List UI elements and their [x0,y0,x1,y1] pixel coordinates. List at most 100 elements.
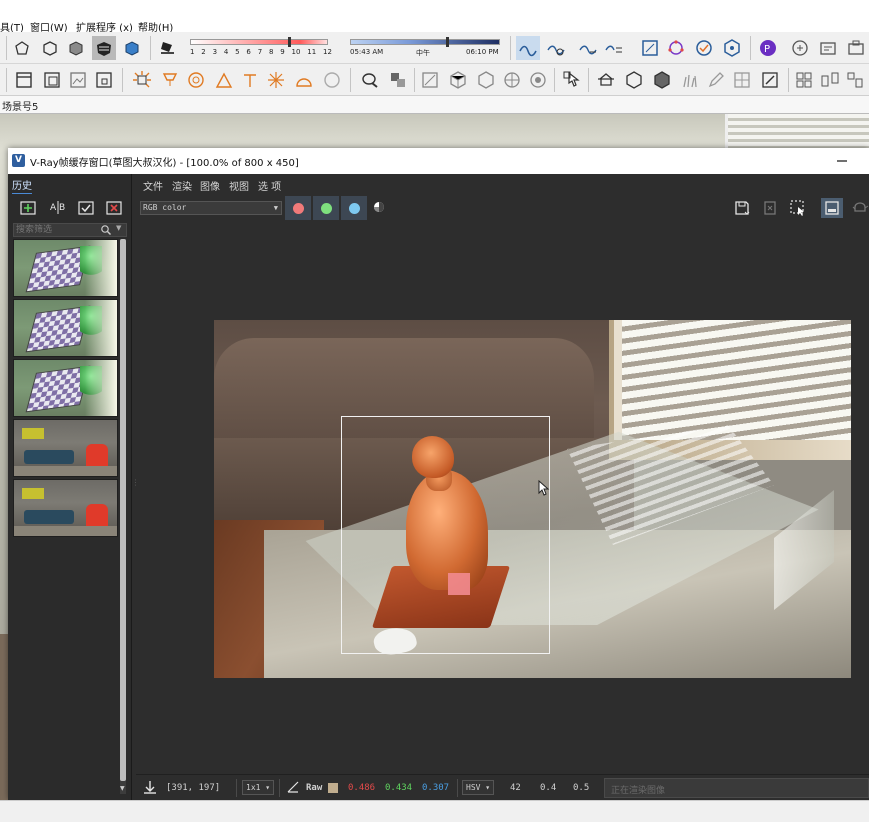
color-space-dropdown[interactable]: HSV ▾ [462,780,495,795]
geo-cube-icon[interactable] [722,38,742,58]
cube-grid-icon[interactable] [448,70,468,90]
shadow-month-slider[interactable]: 1 2 3 4 5 6 7 8 9 10 11 12 [186,36,336,60]
hidden-line-style-icon[interactable] [66,38,86,58]
color-curve-icon[interactable] [286,780,300,794]
window-view-icon[interactable] [14,70,34,90]
shadows-toggle-icon[interactable] [158,38,178,58]
window-dual-icon[interactable] [42,70,62,90]
clear-image-button[interactable] [759,198,781,218]
validate-icon[interactable] [694,38,714,58]
history-thumbnail[interactable] [13,239,118,297]
render-image[interactable] [214,320,851,678]
wireframe-style-icon[interactable] [40,38,60,58]
sandbox-flip-edge-icon[interactable] [604,38,624,58]
progress-text: 正在渲染图像 [611,786,666,796]
array-path-icon[interactable] [846,70,866,90]
cube-mesh-icon[interactable] [476,70,496,90]
red-value: 0.486 [348,783,376,793]
warehouse-icon[interactable] [790,38,810,58]
red-channel-button[interactable] [285,196,311,220]
box-outline-icon[interactable] [624,70,644,90]
shadow-month-thumb[interactable] [288,37,291,47]
grass-icon[interactable] [680,70,700,90]
sample-size-dropdown[interactable]: 1x1 ▾ [242,780,275,795]
shadow-time-slider[interactable]: 05:43 AM 中午 06:10 PM [348,36,504,60]
light-emissive-icon[interactable] [294,70,314,90]
light-disabled-icon[interactable] [322,70,342,90]
layout-icon[interactable] [818,38,838,58]
history-thumbnail[interactable] [13,479,118,537]
history-thumbnail[interactable] [13,359,118,417]
shadow-time-thumb[interactable] [446,37,449,47]
sandbox-smoove-icon[interactable] [516,36,540,60]
light-ies-icon[interactable] [214,70,234,90]
blue-channel-button[interactable] [341,196,367,220]
light-spot-icon[interactable] [160,70,180,90]
history-header[interactable]: 历史 [12,177,32,194]
vfb-menu-image[interactable]: 图像 [200,178,220,193]
vray-frame-buffer-window[interactable]: V V-Ray帧缓存窗口(草图大叔汉化) - [100.0% of 800 x … [8,148,869,800]
channel-dropdown[interactable]: RGB color ▼ [140,201,282,215]
history-load-button[interactable] [76,198,96,216]
grid-box-icon[interactable] [732,70,752,90]
array-grid-icon[interactable] [794,70,814,90]
green-channel-button[interactable] [313,196,339,220]
render-region-box[interactable] [341,416,550,654]
thumb-light [85,360,117,416]
pen-edit-icon[interactable] [706,70,726,90]
save-image-button[interactable] [731,198,753,218]
chevron-down-icon[interactable]: ▼ [116,224,121,232]
history-scrollbar[interactable]: ▼ [120,239,126,794]
history-ab-compare-button[interactable]: AB [48,198,68,216]
light-mesh-icon[interactable] [266,70,286,90]
vfb-titlebar[interactable]: V V-Ray帧缓存窗口(草图大叔汉化) - [100.0% of 800 x … [8,148,869,174]
monochrome-toggle-icon[interactable] [373,201,385,213]
sketchup-toolbar-styles: 1 2 3 4 5 6 7 8 9 10 11 12 05:43 AM 中午 06:10 PM P [0,32,869,64]
scene-tab[interactable]: 场景号5 [2,98,38,113]
history-thumbnail[interactable] [13,419,118,477]
textured-style-icon[interactable] [122,38,142,58]
camera-mesh-icon[interactable] [596,70,616,90]
box-filled-icon[interactable] [652,70,672,90]
track-mouse-button[interactable] [821,198,843,218]
render-teapot-button[interactable] [849,198,869,218]
window-wave-icon[interactable] [68,70,88,90]
pixel-info-pin-icon[interactable] [142,779,158,795]
history-search[interactable]: ▼ [13,223,127,237]
history-thumbnail[interactable] [13,299,118,357]
scroll-down-icon[interactable]: ▼ [120,785,125,792]
sandbox-drape-icon[interactable] [578,38,598,58]
render-canvas[interactable] [136,222,869,770]
vfb-menu-render[interactable]: 渲染 [172,178,192,193]
sandbox-stamp-icon[interactable] [546,38,566,58]
xray-style-icon[interactable] [12,38,32,58]
vfb-menu-view[interactable]: 视图 [229,178,249,193]
section-plane-icon[interactable] [640,38,660,58]
search-icon[interactable] [100,224,112,236]
region-render-button[interactable] [787,198,809,218]
sphere-grid-icon[interactable] [502,70,522,90]
history-delete-button[interactable] [104,198,124,216]
minimize-button[interactable] [835,153,849,167]
pick-object-icon[interactable] [562,70,582,90]
chevron-down-icon: ▾ [485,783,491,792]
light-omni-icon[interactable] [240,70,260,90]
vfb-menu-file[interactable]: 文件 [143,178,163,193]
sphere-solid-icon[interactable] [528,70,548,90]
send-to-layout-icon[interactable] [846,38,866,58]
vfb-menu-options[interactable]: 选 项 [258,178,281,193]
component-network-icon[interactable] [666,38,686,58]
proxy-export-icon[interactable] [388,70,408,90]
window-lock-icon[interactable] [94,70,114,90]
history-scrollbar-thumb[interactable] [120,239,126,781]
history-save-button[interactable] [18,198,38,216]
fur-tool-icon[interactable] [420,70,440,90]
history-search-input[interactable] [16,224,96,236]
edit-square-icon[interactable] [760,70,780,90]
shaded-style-icon[interactable] [92,36,116,60]
extension-store-icon[interactable]: P [758,38,778,58]
light-dome-icon[interactable] [186,70,206,90]
infinite-plane-icon[interactable] [360,70,380,90]
light-sphere-icon[interactable] [132,70,152,90]
array-linear-icon[interactable] [820,70,840,90]
